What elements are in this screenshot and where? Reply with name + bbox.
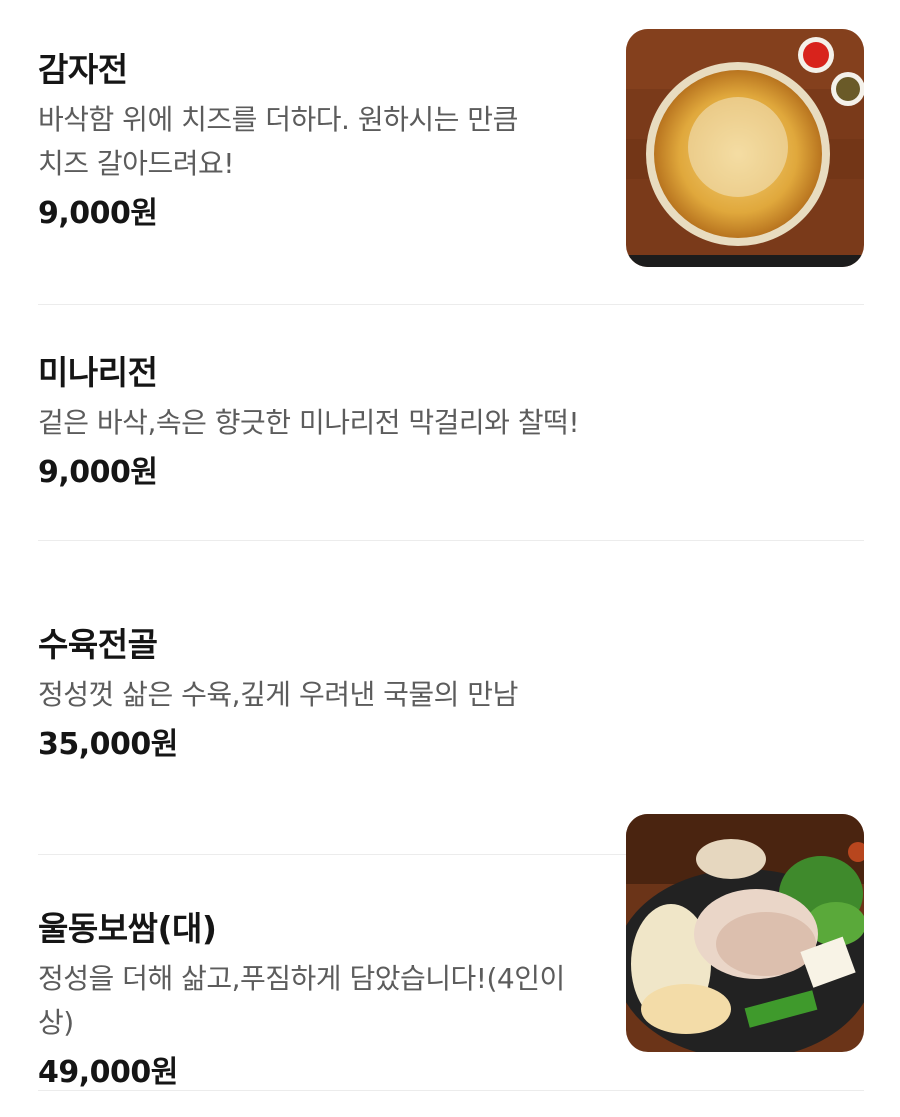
potato-pancake-image bbox=[626, 29, 864, 267]
menu-item-description: 바삭함 위에 치즈를 더하다. 원하시는 만큼 치즈 갈아드려요! bbox=[38, 103, 518, 180]
menu-item-name: 수육전골 bbox=[38, 625, 158, 664]
menu-item-text: 감자전 바삭함 위에 치즈를 더하다. 원하시는 만큼 치즈 갈아드려요! 9,… bbox=[38, 48, 598, 236]
menu-item-price: 49,000원 bbox=[38, 1055, 178, 1090]
menu-item-description: 겉은 바삭,속은 향긋한 미나리전 막걸리와 찰떡! bbox=[38, 406, 580, 439]
menu-item-uldong-bossam[interactable]: 울동보쌈(대) 정성을 더해 삶고,푸짐하게 담았습니다!(4인이상) 49,0… bbox=[38, 855, 864, 1091]
menu-item-text: 울동보쌈(대) 정성을 더해 삶고,푸짐하게 담았습니다!(4인이상) 49,0… bbox=[38, 907, 598, 1095]
menu-list: 감자전 바삭함 위에 치즈를 더하다. 원하시는 만큼 치즈 갈아드려요! 9,… bbox=[38, 0, 864, 1091]
menu-item-name: 감자전 bbox=[38, 50, 128, 89]
menu-item-name: 울동보쌈(대) bbox=[38, 909, 217, 948]
menu-item-text: 미나리전 겉은 바삭,속은 향긋한 미나리전 막걸리와 찰떡! 9,000원 bbox=[38, 351, 598, 495]
menu-item-price: 9,000원 bbox=[38, 196, 158, 231]
menu-item-minari-pancake[interactable]: 미나리전 겉은 바삭,속은 향긋한 미나리전 막걸리와 찰떡! 9,000원 bbox=[38, 305, 864, 541]
menu-item-potato-pancake[interactable]: 감자전 바삭함 위에 치즈를 더하다. 원하시는 만큼 치즈 갈아드려요! 9,… bbox=[38, 0, 864, 305]
menu-item-description: 정성껏 삶은 수육,깊게 우려낸 국물의 만남 bbox=[38, 678, 518, 711]
menu-item-text: 수육전골 정성껏 삶은 수육,깊게 우려낸 국물의 만남 35,000원 bbox=[38, 623, 598, 767]
potato-pancake-photo[interactable] bbox=[626, 29, 864, 267]
menu-item-name: 미나리전 bbox=[38, 353, 158, 392]
menu-item-description: 정성을 더해 삶고,푸짐하게 담았습니다!(4인이상) bbox=[38, 962, 565, 1039]
menu-item-suyuk-hotpot[interactable]: 수육전골 정성껏 삶은 수육,깊게 우려낸 국물의 만남 35,000원 bbox=[38, 541, 864, 1052]
menu-item-price: 35,000원 bbox=[38, 727, 178, 762]
menu-item-price: 9,000원 bbox=[38, 455, 158, 490]
